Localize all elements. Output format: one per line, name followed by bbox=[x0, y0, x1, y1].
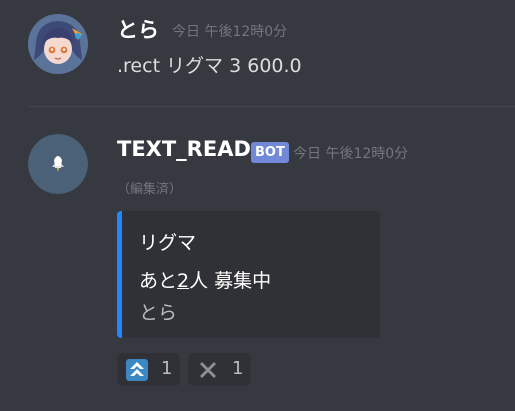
embed-desc-prefix: あと bbox=[139, 270, 178, 292]
reaction-up-arrow[interactable]: 1 bbox=[117, 353, 180, 386]
message-author[interactable]: とら bbox=[117, 14, 159, 44]
bot-avatar[interactable] bbox=[28, 134, 88, 194]
anime-girl-avatar-icon bbox=[28, 14, 88, 74]
embed-accent-bar bbox=[117, 211, 122, 338]
bot-avatar-icon bbox=[28, 134, 88, 194]
message-timestamp: 今日 午後12時0分 bbox=[293, 146, 409, 162]
reaction-x[interactable]: 1 bbox=[188, 353, 251, 386]
embed-description: あと2人 募集中 bbox=[139, 266, 271, 293]
reaction-count: 1 bbox=[161, 358, 173, 379]
message-timestamp: 今日 午後12時0分 bbox=[172, 24, 288, 40]
user-avatar[interactable] bbox=[28, 14, 88, 74]
edited-label: （編集済） bbox=[117, 182, 183, 197]
embed-desc-count: 2 bbox=[177, 270, 190, 292]
embed-title: リグマ bbox=[139, 232, 197, 254]
bot-author[interactable]: TEXT_READ bbox=[117, 137, 251, 161]
message-embed: リグマ あと2人 募集中 とら bbox=[117, 211, 380, 338]
embed-footer: とら bbox=[139, 302, 178, 324]
double-up-arrow-icon bbox=[126, 359, 148, 381]
message-divider bbox=[28, 106, 515, 107]
heavy-x-icon bbox=[200, 362, 216, 378]
embed-desc-suffix: 人 募集中 bbox=[189, 270, 272, 292]
reaction-count: 1 bbox=[232, 358, 244, 379]
bot-tag-badge: BOT bbox=[251, 142, 289, 163]
message-content: .rect リグマ 3 600.0 bbox=[117, 55, 302, 77]
